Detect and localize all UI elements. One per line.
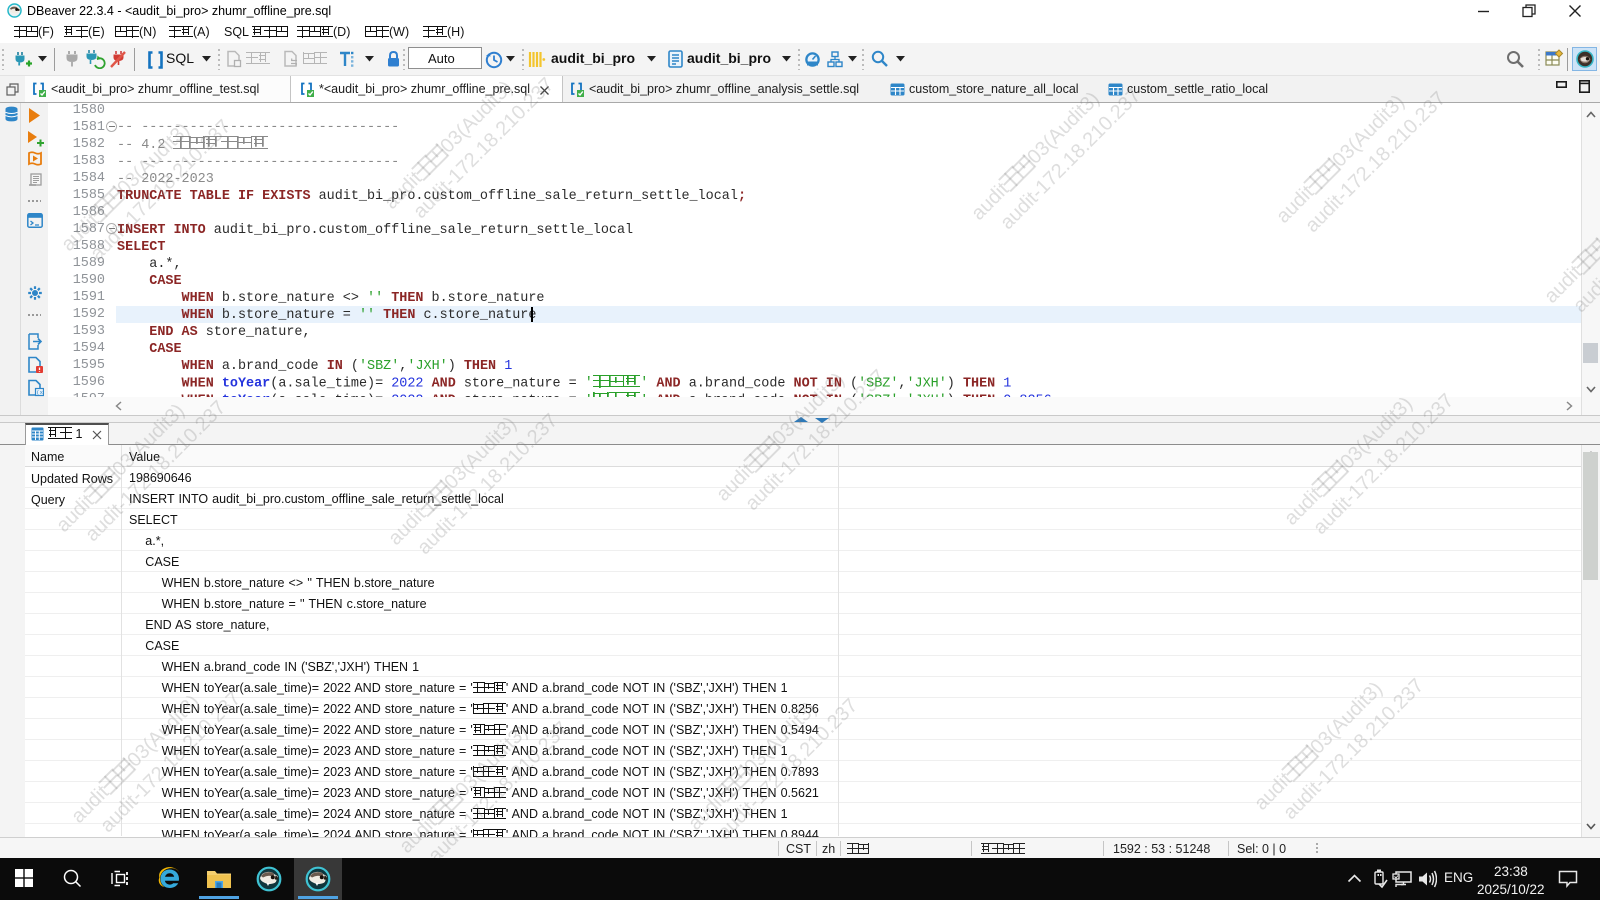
- svg-text:(x): (x): [36, 389, 44, 396]
